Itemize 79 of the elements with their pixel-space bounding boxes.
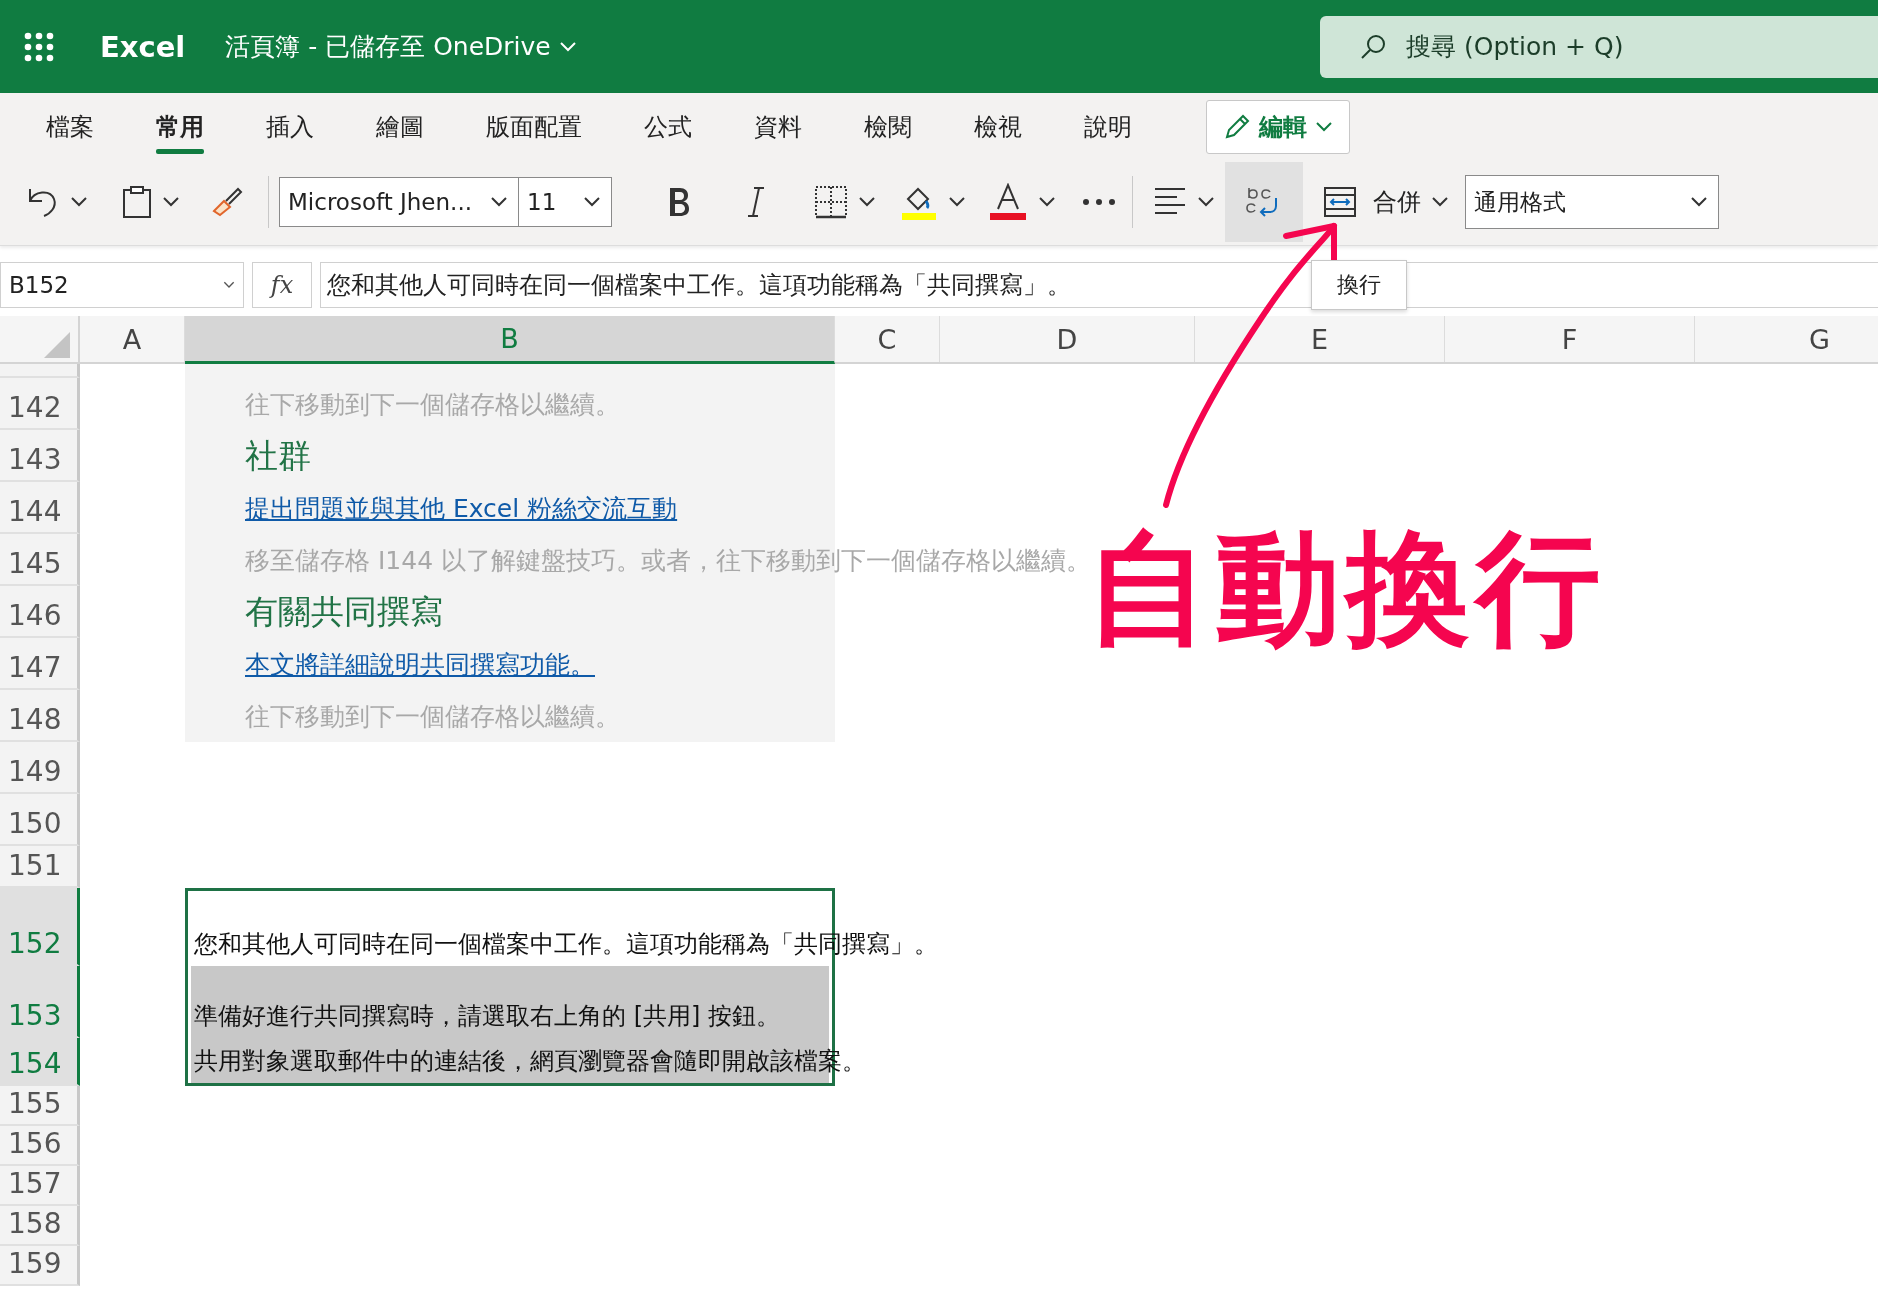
- ribbon-tab[interactable]: 繪圖: [352, 93, 448, 160]
- caret-icon: [490, 196, 508, 208]
- ribbon-tab[interactable]: 常用: [132, 93, 228, 160]
- caret-icon: [223, 281, 235, 289]
- merge-button[interactable]: 合併: [1373, 186, 1449, 218]
- document-title[interactable]: 活頁簿 - 已儲存至 OneDrive: [225, 30, 577, 63]
- paste-button[interactable]: [122, 185, 180, 219]
- cell-text: 準備好進行共同撰寫時，請選取右上角的 [共用] 按鈕。: [194, 1001, 780, 1032]
- caret-icon: [858, 196, 876, 208]
- row-header[interactable]: 159: [0, 1246, 80, 1286]
- caret-icon: [948, 196, 966, 208]
- pencil-icon: [1223, 112, 1251, 141]
- row-header[interactable]: 143: [0, 430, 80, 482]
- row-header[interactable]: 158: [0, 1206, 80, 1246]
- caret-icon: [1038, 196, 1056, 208]
- row-header[interactable]: 148: [0, 690, 80, 742]
- ribbon-tab[interactable]: 公式: [620, 93, 716, 160]
- row-header[interactable]: 151: [0, 846, 80, 888]
- section-heading: 社群: [245, 434, 311, 477]
- align-left-icon: [1153, 187, 1187, 217]
- row-header[interactable]: 154: [0, 1038, 80, 1086]
- row-header[interactable]: 156: [0, 1126, 80, 1166]
- column-header[interactable]: G: [1695, 316, 1878, 362]
- row-header[interactable]: 157: [0, 1166, 80, 1206]
- caret-icon: [1197, 196, 1215, 208]
- row-header[interactable]: 146: [0, 586, 80, 638]
- row-header[interactable]: 155: [0, 1086, 80, 1126]
- paintbrush-icon[interactable]: [210, 185, 244, 219]
- column-header[interactable]: E: [1195, 316, 1445, 362]
- number-format-dropdown[interactable]: 通用格式: [1465, 175, 1719, 229]
- instruction-text: 往下移動到下一個儲存格以繼續。: [245, 388, 620, 421]
- row-header[interactable]: 149: [0, 742, 80, 794]
- name-box[interactable]: B152: [0, 262, 244, 308]
- caret-icon: [583, 196, 601, 208]
- ribbon-tab[interactable]: 說明: [1060, 93, 1156, 160]
- row-header[interactable]: 142: [0, 378, 80, 430]
- ribbon-tab[interactable]: 檢視: [950, 93, 1046, 160]
- instruction-text: 往下移動到下一個儲存格以繼續。: [245, 700, 620, 733]
- row-header[interactable]: 153: [0, 966, 80, 1038]
- column-header[interactable]: B: [185, 316, 835, 364]
- column-header[interactable]: C: [835, 316, 940, 362]
- clipboard-icon: [122, 185, 152, 219]
- row-header[interactable]: 150: [0, 794, 80, 846]
- column-header[interactable]: F: [1445, 316, 1695, 362]
- font-color-button[interactable]: [988, 183, 1056, 221]
- more-options-icon[interactable]: [1082, 198, 1116, 206]
- row-header[interactable]: 152: [0, 888, 80, 966]
- caret-icon: [1690, 196, 1708, 208]
- editing-mode-button[interactable]: 編輯: [1206, 99, 1350, 154]
- caret-icon: [1315, 120, 1333, 133]
- ribbon-tab[interactable]: 插入: [242, 93, 338, 160]
- row-header[interactable]: 147: [0, 638, 80, 690]
- insert-function-button[interactable]: fx: [252, 262, 312, 308]
- merge-cells-icon[interactable]: [1323, 186, 1357, 218]
- ribbon-tab[interactable]: 版面配置: [462, 93, 606, 160]
- borders-button[interactable]: [814, 185, 876, 219]
- caret-icon: [558, 40, 577, 53]
- caret-icon: [1431, 196, 1449, 208]
- section-heading: 有關共同撰寫: [245, 590, 443, 633]
- row-header[interactable]: 144: [0, 482, 80, 534]
- tooltip: 換行: [1311, 260, 1407, 310]
- app-name: Excel: [100, 29, 186, 64]
- caret-icon: [70, 196, 88, 208]
- row-header[interactable]: 145: [0, 534, 80, 586]
- ribbon-tab[interactable]: 檔案: [22, 93, 118, 160]
- help-link[interactable]: 本文將詳細說明共同撰寫功能。: [245, 647, 595, 681]
- ribbon-tab[interactable]: 檢閱: [840, 93, 936, 160]
- font-size-dropdown[interactable]: 11: [518, 177, 612, 227]
- wrap-text-button[interactable]: [1225, 162, 1303, 242]
- caret-icon: [162, 196, 180, 208]
- help-link[interactable]: 提出問題並與其他 Excel 粉絲交流互動: [245, 491, 678, 525]
- app-launcher-icon[interactable]: [24, 31, 54, 62]
- search-field[interactable]: 搜尋 (Option + Q): [1320, 15, 1878, 78]
- font-name-dropdown[interactable]: Microsoft Jhen...: [279, 177, 519, 227]
- ribbon-tab[interactable]: 資料: [730, 93, 826, 160]
- alignment-button[interactable]: [1153, 187, 1215, 217]
- column-header[interactable]: D: [940, 316, 1195, 362]
- font-color-icon: [988, 183, 1028, 221]
- borders-icon: [814, 185, 848, 219]
